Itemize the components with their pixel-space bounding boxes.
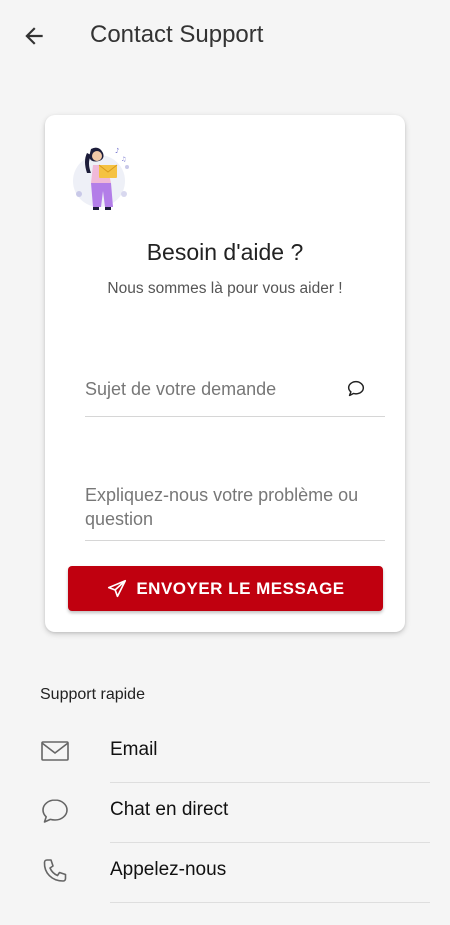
support-item-label: Appelez-nous: [110, 859, 227, 880]
support-item-chat[interactable]: Chat en direct: [0, 783, 450, 843]
back-button[interactable]: [14, 16, 54, 56]
message-field: [85, 480, 385, 541]
subject-input[interactable]: [85, 376, 385, 402]
send-button-label: ENVOYER LE MESSAGE: [136, 578, 345, 598]
support-item-call[interactable]: Appelez-nous: [0, 843, 450, 903]
page-title: Contact Support: [90, 21, 264, 48]
chat-icon: [42, 799, 68, 823]
phone-icon: [43, 859, 67, 882]
contact-support-screen: Contact Support ♪ ♫ Besoin d'aide ? Nous…: [0, 0, 450, 925]
support-item-email[interactable]: Email: [0, 723, 450, 783]
send-icon: [108, 579, 127, 597]
card-title: Besoin d'aide ?: [146, 239, 304, 265]
arrow-left-icon: [25, 27, 43, 45]
chat-bubble-icon: [347, 380, 365, 397]
svg-text:♪: ♪: [115, 147, 119, 155]
support-woman-illustration: ♪ ♫: [73, 147, 129, 210]
card-subtitle: Nous sommes là pour vous aider !: [107, 280, 343, 297]
support-item-label: Email: [110, 739, 158, 760]
quick-support-title: Support rapide: [40, 686, 145, 703]
contact-form-card: ♪ ♫ Besoin d'aide ? Nous sommes là pour …: [45, 115, 405, 632]
divider: [110, 902, 430, 903]
app-bar: Contact Support: [0, 0, 450, 72]
send-message-button[interactable]: ENVOYER LE MESSAGE: [68, 566, 383, 611]
message-input[interactable]: [85, 483, 385, 535]
subject-field: [85, 370, 385, 417]
mail-icon: [41, 741, 69, 761]
svg-text:♫: ♫: [121, 156, 126, 163]
support-item-label: Chat en direct: [110, 799, 229, 820]
